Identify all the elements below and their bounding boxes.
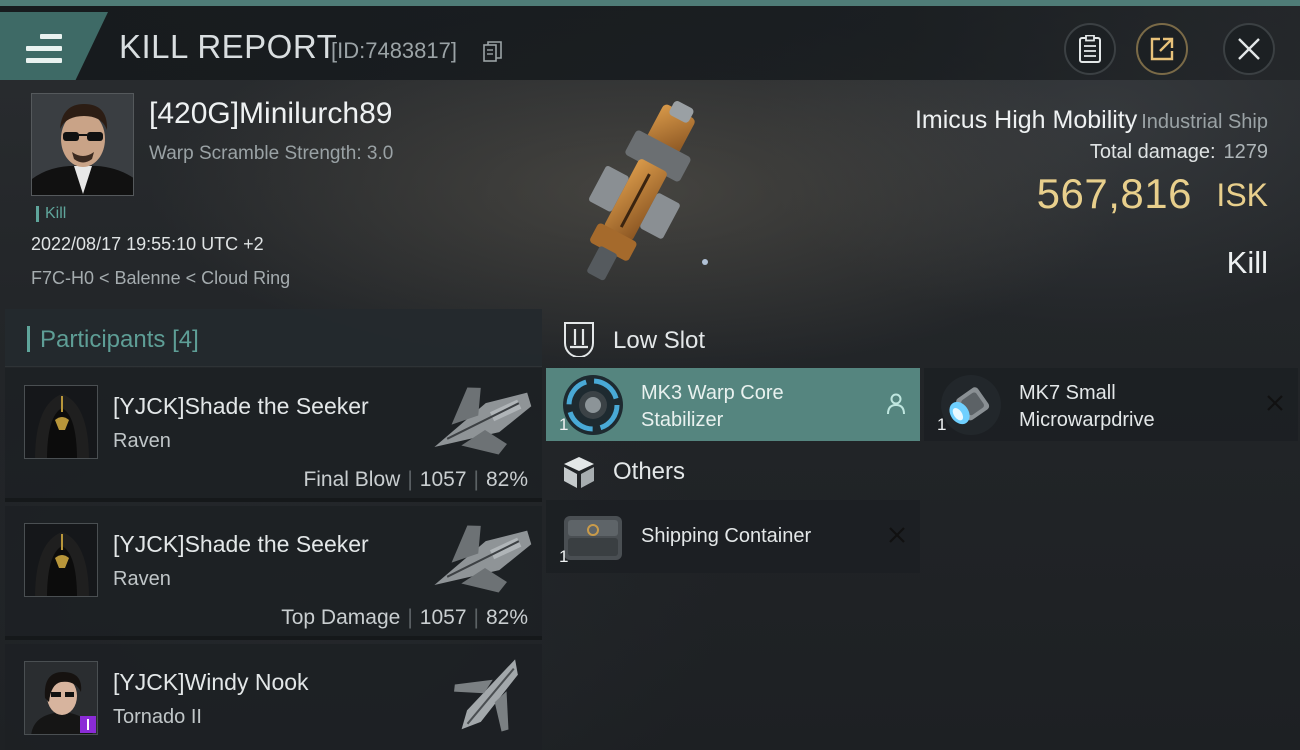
stat-separator: | (407, 606, 413, 629)
low-slot-title: Low Slot (613, 327, 706, 354)
destroyed-icon (889, 527, 905, 543)
menu-button[interactable] (0, 12, 108, 80)
module-quantity: 1 (559, 547, 569, 566)
kill-tag: Kill (36, 206, 66, 222)
participant-ship: Raven (113, 568, 171, 590)
participant-ship-image (454, 659, 518, 732)
others-icon (564, 457, 594, 488)
total-damage: Total damage: 1279 (1090, 141, 1268, 164)
participant-row[interactable]: [YJCK]Shade the Seeker Raven Final Blow |… (5, 368, 542, 502)
share-icon (1150, 37, 1174, 61)
participant-damage: 1057 (419, 468, 467, 491)
participant-ship: Tornado II (113, 706, 202, 728)
module-item[interactable]: 1 Shipping Container (546, 500, 920, 573)
isk-value: 567,816 (1036, 170, 1192, 217)
warp-core-stabilizer-icon (562, 374, 624, 436)
microwarpdrive-icon (940, 374, 1002, 436)
close-button[interactable] (1223, 23, 1275, 75)
participant-role: Final Blow (303, 468, 401, 491)
others-title: Others (613, 458, 686, 485)
participant-stats: Top Damage | 1057 | 82% (281, 606, 528, 630)
isk-unit: ISK (1216, 177, 1268, 213)
module-name-line1: MK3 Warp Core (641, 382, 784, 404)
module-name-line1: MK7 Small (1019, 382, 1116, 404)
participant-ship-image (434, 387, 532, 455)
participant-name[interactable]: [YJCK]Shade the Seeker (113, 393, 369, 420)
total-damage-label: Total damage: (1089, 141, 1216, 163)
destroyed-icon (1267, 395, 1283, 411)
participant-name[interactable]: [YJCK]Windy Nook (113, 669, 309, 696)
close-icon (1238, 38, 1260, 60)
victim-ship-name[interactable]: Imicus High Mobility Industrial Ship (915, 106, 1268, 135)
module-name-line2: Microwarpdrive (1019, 409, 1155, 431)
menu-icon (26, 34, 62, 64)
participant-avatar[interactable] (24, 523, 98, 597)
kill-datetime: 2022/08/17 19:55:10 UTC +2 (31, 234, 264, 254)
module-quantity: 1 (559, 415, 569, 434)
report-id: [ID:7483817] (331, 38, 457, 63)
shipping-container-icon (562, 506, 624, 568)
module-name-line2: Stabilizer (641, 409, 724, 431)
participants-header: Participants [4] (5, 309, 542, 367)
participant-ship: Raven (113, 430, 171, 452)
module-name: MK3 Warp Core Stabilizer (641, 380, 784, 434)
ship-class: Industrial Ship (1141, 111, 1268, 133)
ship-name-text: Imicus High Mobility (914, 106, 1138, 134)
participants-title: Participants [4] (40, 326, 199, 354)
header-bar: KILL REPORT [ID:7483817] (0, 0, 1300, 80)
stat-separator: | (407, 468, 413, 491)
participant-ship-image (434, 525, 532, 593)
kill-status: Kill (1226, 245, 1268, 280)
share-button[interactable] (1136, 23, 1188, 75)
victim-avatar[interactable] (31, 93, 134, 196)
module-item[interactable]: 1 MK7 Small Microwarpdrive (924, 368, 1298, 441)
participant-stats: Final Blow | 1057 | 82% (303, 468, 528, 492)
victim-ship-image[interactable] (555, 94, 730, 304)
kill-location[interactable]: F7C-H0 < Balenne < Cloud Ring (31, 268, 290, 289)
page-title: KILL REPORT (119, 28, 338, 65)
copy-icon[interactable] (483, 41, 503, 63)
participant-row[interactable]: [YJCK]Shade the Seeker Raven Top Damage |… (5, 506, 542, 640)
module-name: Shipping Container (641, 525, 812, 547)
module-name: MK7 Small Microwarpdrive (1019, 380, 1155, 434)
participant-avatar[interactable] (24, 385, 98, 459)
total-damage-value: 1279 (1223, 141, 1269, 163)
stat-separator: | (473, 468, 479, 491)
participant-percent: 82% (485, 606, 528, 629)
clipboard-icon (1079, 35, 1101, 63)
victim-name[interactable]: [420G]Minilurch89 (149, 97, 392, 131)
low-slot-icon (564, 322, 594, 357)
participant-avatar[interactable] (24, 661, 98, 735)
participant-name[interactable]: [YJCK]Shade the Seeker (113, 531, 369, 558)
participants-count: [4] (172, 326, 199, 353)
person-icon (887, 393, 905, 415)
victim-panel: [420G]Minilurch89 Warp Scramble Strength… (0, 80, 1300, 308)
warp-scramble-strength: Warp Scramble Strength: 3.0 (149, 143, 394, 164)
participant-row[interactable]: [YJCK]Windy Nook Tornado II (5, 644, 542, 750)
participants-label: Participants (40, 326, 166, 353)
stat-separator: | (473, 606, 479, 629)
module-quantity: 1 (937, 415, 947, 434)
module-item[interactable]: 1 MK3 Warp Core Stabilizer (546, 368, 920, 441)
section-accent-bar (27, 326, 30, 352)
participant-role: Top Damage (281, 606, 401, 629)
participant-damage: 1057 (419, 606, 467, 629)
participants-panel: Participants [4] [YJCK]Shade the Seeker … (5, 309, 542, 750)
clipboard-button[interactable] (1064, 23, 1116, 75)
participant-percent: 82% (485, 468, 528, 491)
